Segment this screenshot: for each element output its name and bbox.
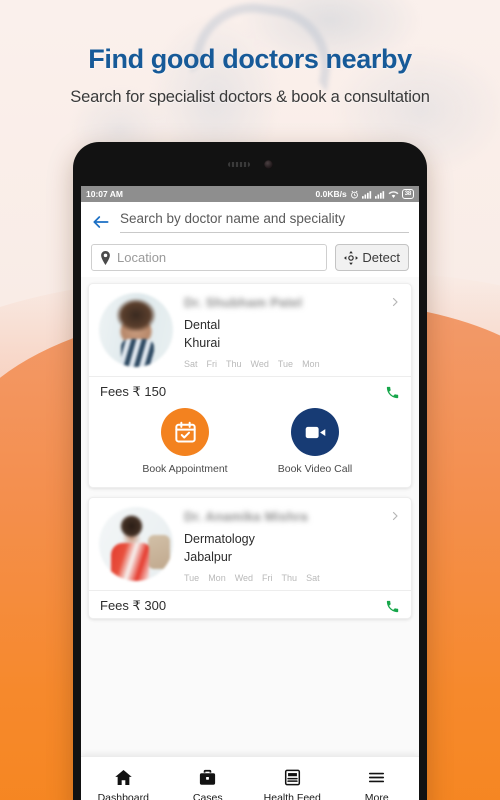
fee-row: Fees ₹ 150 bbox=[89, 376, 411, 404]
detect-label: Detect bbox=[362, 250, 400, 265]
day-chip: Thu bbox=[281, 573, 298, 583]
article-icon bbox=[284, 769, 300, 785]
location-pin-icon bbox=[101, 250, 110, 265]
nav-item-dashboard[interactable]: Dashboard bbox=[81, 768, 166, 800]
consultation-fee: Fees ₹ 300 bbox=[100, 598, 167, 613]
network-speed: 0.0KB/s bbox=[315, 189, 347, 199]
card-actions: Book Appointment Book Video Call bbox=[89, 404, 411, 487]
doctor-card-header: Dr. Anamika Mishra Dermatology Jabalpur … bbox=[89, 498, 411, 590]
fee-row: Fees ₹ 300 bbox=[89, 590, 411, 618]
book-video-call-label: Book Video Call bbox=[277, 463, 353, 475]
home-icon bbox=[115, 769, 132, 785]
nav-label-cases: Cases bbox=[192, 791, 223, 800]
location-field[interactable] bbox=[91, 244, 328, 271]
day-chip: Tue bbox=[277, 359, 294, 369]
day-chip: Sat bbox=[184, 359, 198, 369]
location-row: Detect bbox=[91, 244, 409, 271]
detect-button[interactable]: Detect bbox=[335, 244, 409, 271]
doctor-city: Jabalpur bbox=[184, 550, 232, 564]
nav-label-dashboard: Dashboard bbox=[97, 791, 149, 800]
day-chip: Mon bbox=[302, 359, 320, 369]
doctor-card-header: Dr. Shubham Patel Dental Khurai Sat Fri … bbox=[89, 284, 411, 376]
calendar-check-icon bbox=[174, 421, 196, 442]
hamburger-menu-icon bbox=[369, 772, 385, 782]
chevron-right-icon[interactable] bbox=[389, 296, 401, 308]
doctor-speciality: Dental bbox=[184, 318, 221, 332]
availability-days: Tue Mon Wed Fri Thu Sat bbox=[184, 573, 401, 583]
earpiece-speaker-icon bbox=[227, 161, 250, 167]
phone-call-icon[interactable] bbox=[385, 385, 400, 400]
search-input[interactable] bbox=[120, 211, 409, 226]
alarm-icon bbox=[350, 190, 358, 198]
day-chip: Thu bbox=[226, 359, 242, 369]
search-row bbox=[91, 210, 409, 233]
phone-mockup: 10:07 AM 0.0KB/s 38 Search by doctor nam… bbox=[73, 142, 427, 800]
book-appointment-button[interactable]: Book Appointment bbox=[137, 408, 233, 475]
location-input[interactable] bbox=[117, 250, 319, 265]
briefcase-icon bbox=[200, 769, 216, 785]
search-header: Detect bbox=[81, 202, 419, 277]
back-arrow-icon[interactable] bbox=[91, 212, 111, 232]
day-chip: Wed bbox=[250, 359, 269, 369]
phone-top-bezel bbox=[81, 142, 419, 186]
doctor-name-row: Dr. Shubham Patel bbox=[184, 293, 401, 310]
status-time: 10:07 AM bbox=[86, 189, 124, 199]
promo-copy: Find good doctors nearby Search for spec… bbox=[0, 0, 500, 107]
doctor-details: Dr. Anamika Mishra Dermatology Jabalpur … bbox=[184, 507, 401, 583]
status-bar: 10:07 AM 0.0KB/s 38 bbox=[81, 186, 419, 202]
doctor-city: Khurai bbox=[184, 336, 221, 350]
nav-label-health-feed: Health Feed bbox=[263, 791, 321, 800]
bottom-navigation: Dashboard Cases Health Feed More bbox=[81, 756, 419, 800]
doctor-speciality: Dermatology bbox=[184, 532, 255, 546]
day-chip: Fri bbox=[206, 359, 218, 369]
phone-call-icon[interactable] bbox=[385, 599, 400, 614]
book-appointment-label: Book Appointment bbox=[142, 463, 228, 475]
nav-item-cases[interactable]: Cases bbox=[166, 768, 251, 800]
signal-bars-icon bbox=[374, 190, 384, 199]
day-chip: Tue bbox=[184, 573, 200, 583]
nav-item-more[interactable]: More bbox=[335, 768, 420, 800]
video-camera-icon bbox=[305, 426, 325, 438]
promo-subtitle: Search for specialist doctors & book a c… bbox=[70, 88, 430, 106]
nav-item-health-feed[interactable]: Health Feed bbox=[250, 768, 335, 800]
promo-title: Find good doctors nearby bbox=[88, 44, 412, 74]
doctor-list[interactable]: Dr. Shubham Patel Dental Khurai Sat Fri … bbox=[81, 277, 419, 791]
consultation-fee: Fees ₹ 150 bbox=[100, 384, 167, 399]
chevron-right-icon[interactable] bbox=[389, 510, 401, 522]
doctor-name: Dr. Shubham Patel bbox=[184, 295, 303, 310]
doctor-name: Dr. Anamika Mishra bbox=[184, 509, 308, 524]
battery-indicator: 38 bbox=[401, 189, 414, 199]
doctor-details: Dr. Shubham Patel Dental Khurai Sat Fri … bbox=[184, 293, 401, 369]
day-chip: Wed bbox=[234, 573, 254, 583]
crosshair-icon bbox=[344, 250, 359, 265]
status-indicators: 0.0KB/s 38 bbox=[316, 189, 414, 199]
day-chip: Mon bbox=[208, 573, 226, 583]
day-chip: Fri bbox=[262, 573, 273, 583]
wifi-icon bbox=[388, 190, 399, 198]
promo-screenshot: Find good doctors nearby Search for spec… bbox=[0, 0, 500, 800]
day-chip: Sat bbox=[306, 573, 320, 583]
availability-days: Sat Fri Thu Wed Tue Mon bbox=[184, 359, 401, 369]
phone-screen: 10:07 AM 0.0KB/s 38 Search by doctor nam… bbox=[81, 186, 419, 800]
book-video-call-button[interactable]: Book Video Call bbox=[267, 408, 363, 475]
search-input-wrapper bbox=[120, 210, 409, 233]
doctor-card[interactable]: Dr. Shubham Patel Dental Khurai Sat Fri … bbox=[88, 283, 412, 488]
book-video-call-circle bbox=[291, 408, 339, 456]
doctor-avatar bbox=[99, 507, 173, 581]
book-appointment-circle bbox=[161, 408, 209, 456]
nav-label-more: More bbox=[364, 791, 389, 800]
doctor-name-row: Dr. Anamika Mishra bbox=[184, 507, 401, 524]
front-camera-icon bbox=[263, 159, 273, 169]
signal-bars-icon bbox=[361, 190, 371, 199]
doctor-avatar bbox=[99, 293, 173, 367]
doctor-card[interactable]: Dr. Anamika Mishra Dermatology Jabalpur … bbox=[88, 497, 412, 619]
